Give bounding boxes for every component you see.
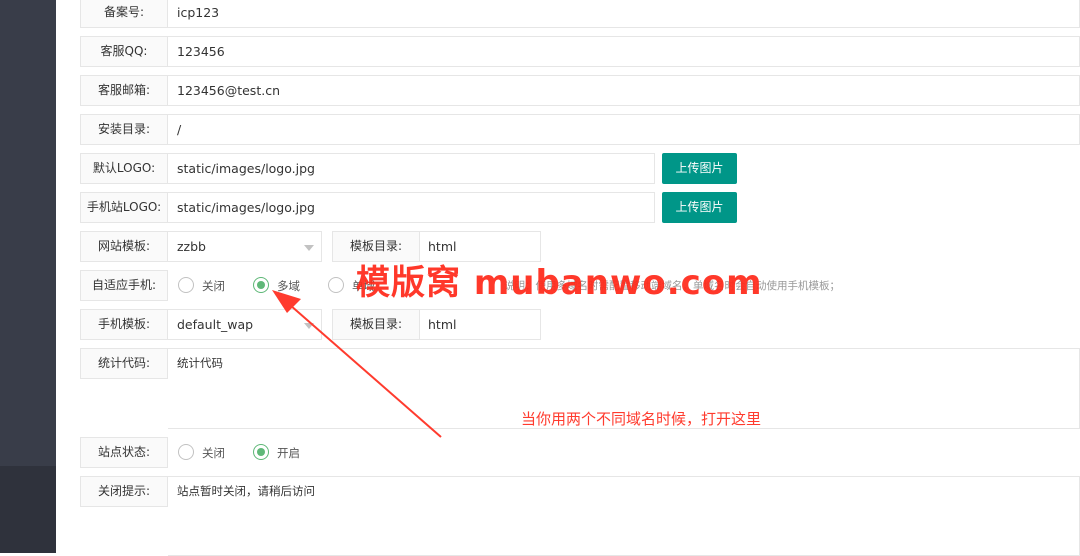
- annotation-arrow-icon: [272, 290, 442, 438]
- annotation-text: 当你用两个不同域名时候，打开这里: [521, 410, 762, 428]
